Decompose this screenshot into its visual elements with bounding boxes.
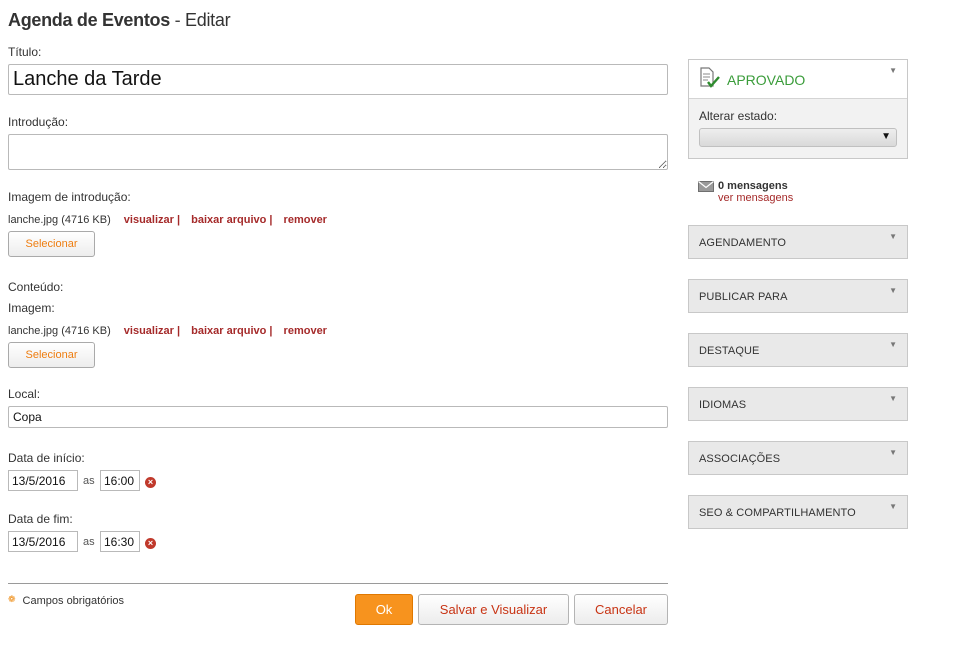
required-note-text: Campos obrigatórios xyxy=(22,595,125,607)
caret-down-icon: ▼ xyxy=(889,394,897,403)
status-label: APROVADO xyxy=(727,72,806,88)
page-title-main: Agenda de Eventos xyxy=(8,10,170,30)
caret-down-icon: ▼ xyxy=(889,286,897,295)
section-label: SEO & COMPARTILHAMENTO xyxy=(699,507,856,519)
content-image-file-row: lanche.jpg (4716 KB) visualizar | baixar… xyxy=(8,325,327,337)
end-time-input[interactable] xyxy=(100,531,140,552)
status-panel: APROVADO ▼ Alterar estado: ▼ xyxy=(688,59,908,159)
local-input[interactable] xyxy=(8,406,668,428)
status-body: Alterar estado: ▼ xyxy=(689,99,907,158)
intro-textarea[interactable] xyxy=(8,134,668,170)
form-divider xyxy=(8,583,668,584)
content-image-label: Imagem: xyxy=(8,301,55,315)
view-messages-link[interactable]: ver mensagens xyxy=(718,192,793,204)
intro-image-filename: lanche.jpg (4716 KB) xyxy=(8,214,111,226)
section-label: ASSOCIAÇÕES xyxy=(699,453,781,465)
caret-down-icon: ▼ xyxy=(889,448,897,457)
caret-down-icon[interactable]: ▼ xyxy=(889,66,897,75)
caret-down-icon: ▼ xyxy=(889,232,897,241)
envelope-icon xyxy=(698,181,714,195)
page-title-subtitle: Editar xyxy=(185,10,231,30)
messages-count: 0 mensagens xyxy=(718,180,788,192)
section-label: AGENDAMENTO xyxy=(699,237,787,249)
required-note: ❁ Campos obrigatórios xyxy=(8,594,124,607)
start-date-input[interactable] xyxy=(8,470,78,491)
content-image-remove-link[interactable]: remover xyxy=(284,325,327,337)
status-header: APROVADO ▼ xyxy=(689,60,907,99)
cancel-button[interactable]: Cancelar xyxy=(574,594,668,625)
status-change-label: Alterar estado: xyxy=(699,109,778,123)
section-idiomas[interactable]: IDIOMAS ▼ xyxy=(688,387,908,421)
section-associacoes[interactable]: ASSOCIAÇÕES ▼ xyxy=(688,441,908,475)
section-agendamento[interactable]: AGENDAMENTO ▼ xyxy=(688,225,908,259)
title-label: Título: xyxy=(8,45,42,59)
intro-image-label: Imagem de introdução: xyxy=(8,190,131,204)
ok-button[interactable]: Ok xyxy=(355,594,413,625)
page-title: Agenda de Eventos - Editar xyxy=(8,10,231,31)
page-title-separator: - xyxy=(174,10,181,30)
content-image-select-button[interactable]: Selecionar xyxy=(8,342,95,368)
content-image-view-link[interactable]: visualizar | xyxy=(124,325,180,337)
save-and-view-button[interactable]: Salvar e Visualizar xyxy=(418,594,569,625)
section-publicar-para[interactable]: PUBLICAR PARA ▼ xyxy=(688,279,908,313)
section-label: PUBLICAR PARA xyxy=(699,291,788,303)
clear-x-icon[interactable]: × xyxy=(145,477,156,488)
end-as-label: as xyxy=(83,536,95,548)
content-label: Conteúdo: xyxy=(8,280,64,294)
start-time-input[interactable] xyxy=(100,470,140,491)
intro-image-download-link[interactable]: baixar arquivo | xyxy=(191,214,272,226)
start-as-label: as xyxy=(83,475,95,487)
section-label: IDIOMAS xyxy=(699,399,747,411)
caret-down-icon: ▼ xyxy=(881,131,891,142)
caret-down-icon: ▼ xyxy=(889,340,897,349)
asterisk-icon: ❁ xyxy=(8,594,16,604)
start-date-label: Data de início: xyxy=(8,451,85,465)
title-input[interactable] xyxy=(8,64,668,95)
intro-label: Introdução: xyxy=(8,115,69,129)
local-label: Local: xyxy=(8,387,41,401)
end-date-label: Data de fim: xyxy=(8,512,73,526)
content-image-download-link[interactable]: baixar arquivo | xyxy=(191,325,272,337)
intro-image-select-button[interactable]: Selecionar xyxy=(8,231,95,257)
section-seo-compartilhamento[interactable]: SEO & COMPARTILHAMENTO ▼ xyxy=(688,495,908,529)
section-label: DESTAQUE xyxy=(699,345,760,357)
content-image-filename: lanche.jpg (4716 KB) xyxy=(8,325,111,337)
intro-image-remove-link[interactable]: remover xyxy=(284,214,327,226)
section-destaque[interactable]: DESTAQUE ▼ xyxy=(688,333,908,367)
end-date-input[interactable] xyxy=(8,531,78,552)
clear-x-icon[interactable]: × xyxy=(145,538,156,549)
caret-down-icon: ▼ xyxy=(889,502,897,511)
intro-image-file-row: lanche.jpg (4716 KB) visualizar | baixar… xyxy=(8,214,327,226)
status-select[interactable]: ▼ xyxy=(699,128,897,147)
document-check-icon xyxy=(699,67,721,92)
intro-image-view-link[interactable]: visualizar | xyxy=(124,214,180,226)
